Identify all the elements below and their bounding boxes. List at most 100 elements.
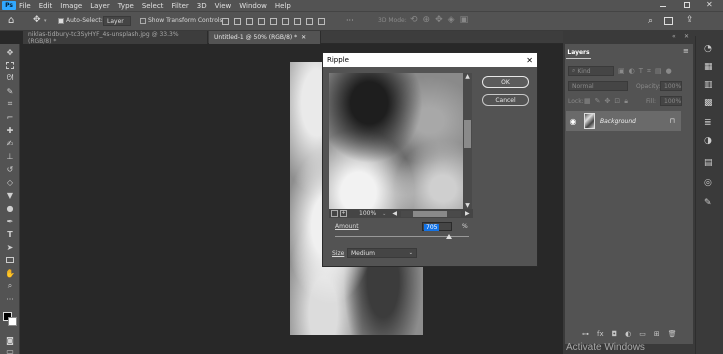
eyedropper-icon[interactable]: ⌐ [3,112,17,122]
type-tool-icon[interactable]: T [3,229,17,239]
stamp-tool-icon[interactable]: ⊥ [3,151,17,161]
quick-select-icon[interactable]: ✎ [3,86,17,96]
zoom-out-button[interactable] [331,210,338,217]
preview-vertical-scrollbar[interactable]: ▲ ▼ [463,73,472,209]
align-icons[interactable] [222,18,325,25]
panel-menu-icon[interactable]: ≡ [683,47,689,55]
menu-edit[interactable]: Edit [39,2,53,10]
menu-select[interactable]: Select [142,2,164,10]
gradients-panel-icon[interactable]: ▥ [704,80,713,90]
home-icon[interactable]: ⌂ [8,15,14,26]
trash-icon[interactable]: 🗑︎ [668,330,677,338]
lasso-tool-icon[interactable]: ᘛ [3,73,17,83]
menu-window[interactable]: Window [239,2,267,10]
pen-tool-icon[interactable]: ✒ [3,216,17,226]
swatches-panel-icon[interactable]: ▦ [704,62,713,72]
more-options-icon[interactable]: ··· [346,16,354,25]
scroll-left-icon[interactable]: ◀ [392,210,397,217]
path-select-icon[interactable]: ➤ [3,242,17,252]
tab-close-icon[interactable]: ✕ [301,34,306,41]
menu-help[interactable]: Help [275,2,291,10]
menu-file[interactable]: File [19,2,31,10]
search-icon[interactable]: ⌕ [648,16,653,26]
size-select[interactable]: Medium ⌄ [347,248,417,258]
chevron-down-icon[interactable]: ▾ [44,18,47,24]
scroll-thumb[interactable] [464,120,471,148]
layer-row-background[interactable]: ◉ Background ⊓ [566,111,681,131]
minimize-icon[interactable] [660,2,670,10]
adjustment-icon[interactable]: ◐ [625,330,631,338]
menu-view[interactable]: View [215,2,232,10]
auto-select-label: Auto-Select: [66,17,103,24]
layer-kind-filter[interactable]: ⌕ Kind [568,66,614,76]
scroll-down-icon[interactable]: ▼ [463,202,472,209]
visibility-eye-icon[interactable]: ◉ [566,117,580,126]
fx-icon[interactable]: fx [597,330,604,338]
menu-3d[interactable]: 3D [197,2,207,10]
maximize-icon[interactable] [684,2,690,8]
channels-panel-icon[interactable]: ◎ [704,178,712,188]
share-icon[interactable]: ⇪ [686,15,694,25]
bucket-tool-icon[interactable]: ▼ [3,190,17,200]
marquee-tool-icon[interactable] [3,60,17,70]
filter-preview[interactable] [329,73,463,209]
chevron-down-icon[interactable]: ⌄ [382,211,386,217]
layer-select[interactable]: Layer [103,16,131,26]
shape-tool-icon[interactable] [3,255,17,265]
color-panel-icon[interactable]: ◔ [704,44,712,54]
new-layer-icon[interactable]: ⊞ [654,330,660,338]
dialog-close-icon[interactable]: ✕ [526,56,533,65]
layers-footer-icons[interactable]: ⊶ fx ◘ ◐ ▭ ⊞ 🗑︎ [582,330,677,338]
group-icon[interactable]: ▭ [639,330,646,338]
menu-type[interactable]: Type [118,2,134,10]
fill-field[interactable]: 100% [660,96,682,106]
panel-collapse-icon[interactable]: « [672,33,676,40]
scroll-right-icon[interactable]: ▶ [465,210,470,217]
opacity-field[interactable]: 100% [660,81,682,91]
hand-tool-icon[interactable]: ✋ [3,268,17,278]
history-brush-icon[interactable]: ↺ [3,164,17,174]
move-tool-icon[interactable]: ✥ [33,15,41,25]
scroll-up-icon[interactable]: ▲ [463,73,472,80]
edit-toolbar-icon[interactable]: ··· [3,294,17,304]
panel-close-icon[interactable]: ✕ [684,33,689,40]
workspace-icon[interactable] [664,17,673,25]
background-color-swatch[interactable] [8,317,17,326]
eraser-tool-icon[interactable]: ◇ [3,177,17,187]
move-tool-icon[interactable]: ✥ [3,47,17,57]
patterns-panel-icon[interactable]: ▩ [704,98,713,108]
adjustments-panel-icon[interactable]: ◑ [704,136,712,146]
blend-mode-select[interactable]: Normal [568,81,628,91]
libraries-panel-icon[interactable]: ▤ [704,158,713,168]
screen-mode-icon[interactable]: ▭ [3,346,17,354]
zoom-in-button[interactable]: + [340,210,347,217]
healing-brush-icon[interactable]: ✚ [3,125,17,135]
amount-slider-thumb[interactable] [445,234,452,239]
menu-image[interactable]: Image [60,2,82,10]
menu-layer[interactable]: Layer [90,2,110,10]
menu-filter[interactable]: Filter [171,2,188,10]
crop-tool-icon[interactable]: ⌗ [3,99,17,109]
show-transform-checkbox[interactable] [140,18,146,24]
blur-tool-icon[interactable]: ● [3,203,17,213]
ok-button[interactable]: OK [482,76,529,88]
tab-document-1[interactable]: niklas-tidbury-tc3SyHYF_4s-unsplash.jpg … [23,31,208,45]
link-icon[interactable]: ⊶ [582,330,589,338]
paths-panel-icon[interactable]: ✎ [704,198,712,208]
zoom-tool-icon[interactable]: ⌕ [3,281,17,291]
tab-document-2[interactable]: Untitled-1 @ 50% (RGB/8) * ✕ [209,31,321,44]
close-icon[interactable]: ✕ [706,0,713,9]
tab-label: Untitled-1 @ 50% (RGB/8) * [214,34,298,41]
mask-icon[interactable]: ◘ [612,330,618,338]
cancel-button[interactable]: Cancel [482,94,529,106]
horizontal-scroll-track[interactable] [400,210,461,217]
filter-icons[interactable]: ▣ ◐ T ⌗ ▤ ● [618,67,672,76]
tab-layers[interactable]: Layers [566,46,591,59]
quick-mask-icon[interactable]: ◙ [3,335,17,345]
auto-select-checkbox[interactable] [58,18,64,24]
brush-tool-icon[interactable]: ✍ [3,138,17,148]
properties-panel-icon[interactable]: ≣ [704,118,712,128]
lock-icons[interactable]: ▦ ✎ ✥ ⊡ 🔒︎ [584,97,628,106]
amount-input[interactable]: 705 [422,222,452,231]
3d-tool-icons[interactable]: ⟲ ⊕ ✥ ◈ ▣ [410,15,468,25]
